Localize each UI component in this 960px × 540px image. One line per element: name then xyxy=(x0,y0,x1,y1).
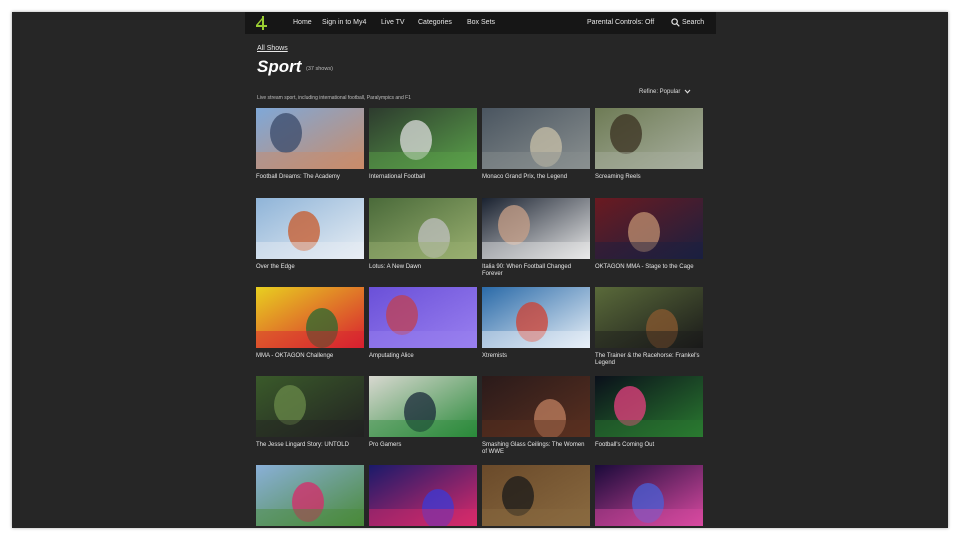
show-tile[interactable]: Football Dreams: The Academy xyxy=(256,108,364,181)
nav-categories-link[interactable]: Categories xyxy=(418,19,452,26)
thumbnail-image xyxy=(482,287,590,348)
show-thumbnail[interactable] xyxy=(369,376,477,437)
show-thumbnail[interactable] xyxy=(595,198,703,259)
show-tile[interactable]: MMA - OKTAGON Challenge xyxy=(256,287,364,360)
show-thumbnail[interactable] xyxy=(256,198,364,259)
show-thumbnail[interactable] xyxy=(482,287,590,348)
thumbnail-image xyxy=(256,198,364,259)
show-title[interactable]: Screaming Reels xyxy=(595,174,703,181)
thumbnail-image xyxy=(256,465,364,526)
show-thumbnail[interactable] xyxy=(369,287,477,348)
show-title[interactable]: Italia 90: When Football Changed Forever xyxy=(482,264,590,278)
thumbnail-image xyxy=(482,108,590,169)
show-title[interactable]: Over the Edge xyxy=(256,264,364,271)
show-title[interactable]: Lotus: A New Dawn xyxy=(369,264,477,271)
show-thumbnail[interactable] xyxy=(256,287,364,348)
show-count: (37 shows) xyxy=(306,66,333,72)
show-title[interactable]: Amputating Alice xyxy=(369,353,477,360)
refine-dropdown[interactable]: Refine: Popular xyxy=(639,89,691,95)
show-tile[interactable]: Monaco Grand Prix, the Legend xyxy=(482,108,590,181)
thumbnail-image xyxy=(369,465,477,526)
show-thumbnail[interactable] xyxy=(482,376,590,437)
thumbnail-image xyxy=(595,287,703,348)
show-thumbnail[interactable] xyxy=(595,108,703,169)
show-title[interactable]: The Jesse Lingard Story: UNTOLD xyxy=(256,442,364,449)
thumbnail-image xyxy=(482,376,590,437)
show-tile[interactable]: The Trainer & the Racehorse: Frankel's L… xyxy=(595,287,703,367)
thumbnail-image xyxy=(595,198,703,259)
search-link[interactable]: Search xyxy=(682,19,704,26)
show-tile[interactable]: Amputating Alice xyxy=(369,287,477,360)
thumbnail-image xyxy=(595,465,703,526)
show-thumbnail[interactable] xyxy=(482,198,590,259)
show-thumbnail[interactable] xyxy=(595,465,703,526)
show-thumbnail[interactable] xyxy=(256,108,364,169)
show-thumbnail[interactable] xyxy=(256,465,364,526)
thumbnail-image xyxy=(256,376,364,437)
thumbnail-image xyxy=(256,108,364,169)
nav-live-tv-link[interactable]: Live TV xyxy=(381,19,405,26)
top-navigation: Home Sign in to My4 Live TV Categories B… xyxy=(245,12,716,34)
all-shows-breadcrumb[interactable]: All Shows xyxy=(257,45,288,52)
thumbnail-image xyxy=(595,108,703,169)
show-title[interactable]: Football's Coming Out xyxy=(595,442,703,449)
thumbnail-image xyxy=(369,287,477,348)
show-title[interactable]: Pro Gamers xyxy=(369,442,477,449)
show-thumbnail[interactable] xyxy=(369,108,477,169)
show-tile[interactable]: Pro Gamers xyxy=(369,376,477,449)
thumbnail-image xyxy=(369,108,477,169)
nav-sign-in-link[interactable]: Sign in to My4 xyxy=(322,19,366,26)
search-icon[interactable] xyxy=(671,18,680,27)
show-title[interactable]: MMA - OKTAGON Challenge xyxy=(256,353,364,360)
show-title[interactable]: Monaco Grand Prix, the Legend xyxy=(482,174,590,181)
category-description: Live stream sport, including internation… xyxy=(257,95,411,101)
chevron-down-icon xyxy=(684,89,691,94)
channel4-logo-icon[interactable] xyxy=(255,15,269,31)
thumbnail-image xyxy=(482,198,590,259)
show-tile[interactable]: Screaming Reels xyxy=(595,108,703,181)
show-tile[interactable]: Lotus: A New Dawn xyxy=(369,198,477,271)
show-thumbnail[interactable] xyxy=(482,465,590,526)
page-title: Sport xyxy=(257,57,302,76)
nav-home-link[interactable]: Home xyxy=(293,19,312,26)
show-tile[interactable] xyxy=(482,465,590,526)
refine-label: Refine: Popular xyxy=(639,89,681,96)
show-tile[interactable] xyxy=(256,465,364,526)
browser-viewport: Home Sign in to My4 Live TV Categories B… xyxy=(12,12,948,528)
thumbnail-image xyxy=(369,198,477,259)
show-tile[interactable]: Xtremists xyxy=(482,287,590,360)
show-thumbnail[interactable] xyxy=(369,198,477,259)
parental-controls-link[interactable]: Parental Controls: Off xyxy=(587,19,654,26)
show-title[interactable]: Xtremists xyxy=(482,353,590,360)
show-title[interactable]: The Trainer & the Racehorse: Frankel's L… xyxy=(595,353,703,367)
show-tile[interactable]: International Football xyxy=(369,108,477,181)
thumbnail-image xyxy=(256,287,364,348)
thumbnail-image xyxy=(482,465,590,526)
nav-box-sets-link[interactable]: Box Sets xyxy=(467,19,495,26)
show-thumbnail[interactable] xyxy=(482,108,590,169)
show-thumbnail[interactable] xyxy=(256,376,364,437)
show-title[interactable]: Smashing Glass Ceilings: The Women of WW… xyxy=(482,442,590,456)
show-tile[interactable]: Over the Edge xyxy=(256,198,364,271)
show-tile[interactable]: Smashing Glass Ceilings: The Women of WW… xyxy=(482,376,590,456)
show-tile[interactable] xyxy=(595,465,703,526)
show-thumbnail[interactable] xyxy=(595,376,703,437)
show-title[interactable]: Football Dreams: The Academy xyxy=(256,174,364,181)
thumbnail-image xyxy=(369,376,477,437)
thumbnail-image xyxy=(595,376,703,437)
show-tile[interactable]: Football's Coming Out xyxy=(595,376,703,449)
show-tile[interactable]: Italia 90: When Football Changed Forever xyxy=(482,198,590,278)
show-title[interactable]: International Football xyxy=(369,174,477,181)
show-thumbnail[interactable] xyxy=(595,287,703,348)
show-thumbnail[interactable] xyxy=(369,465,477,526)
show-title[interactable]: OKTAGON MMA - Stage to the Cage xyxy=(595,264,703,271)
show-tile[interactable]: The Jesse Lingard Story: UNTOLD xyxy=(256,376,364,449)
show-tile[interactable]: OKTAGON MMA - Stage to the Cage xyxy=(595,198,703,271)
show-tile[interactable] xyxy=(369,465,477,526)
